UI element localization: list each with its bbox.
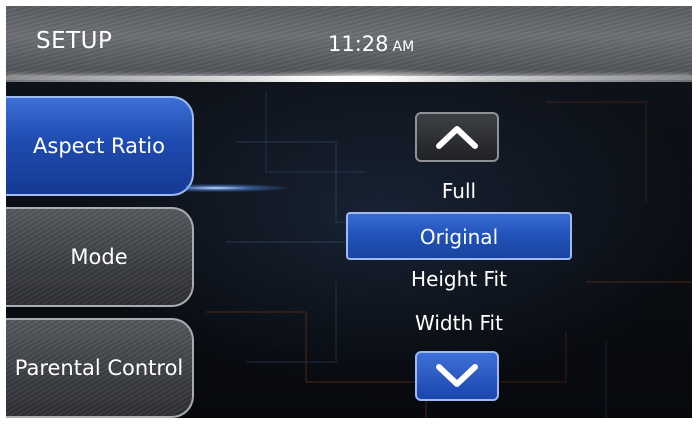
sidebar-item-label: Mode [70,245,128,269]
option-full[interactable]: Full [346,179,572,203]
sidebar-item-aspect-ratio[interactable]: Aspect Ratio [6,96,194,196]
option-original[interactable]: Original [346,212,572,260]
option-width-fit[interactable]: Width Fit [346,311,572,335]
sidebar-item-parental-control[interactable]: Parental Control [6,318,194,418]
chevron-up-icon [436,126,478,149]
selection-glow [186,184,286,192]
setup-screen: SETUP 11:28 AM Aspect Ratio Mode Parental… [6,6,692,418]
sidebar-item-mode[interactable]: Mode [6,207,194,307]
scroll-up-button[interactable] [415,112,499,162]
sidebar-item-label: Parental Control [14,356,184,380]
page-title: SETUP [36,28,113,54]
chevron-down-icon [436,364,478,387]
scroll-down-button[interactable] [415,351,499,401]
option-height-fit[interactable]: Height Fit [346,267,572,291]
sidebar-item-label: Aspect Ratio [33,134,165,158]
clock: 11:28 AM [328,32,414,56]
clock-ampm: AM [392,39,415,55]
clock-time: 11:28 [328,32,389,56]
